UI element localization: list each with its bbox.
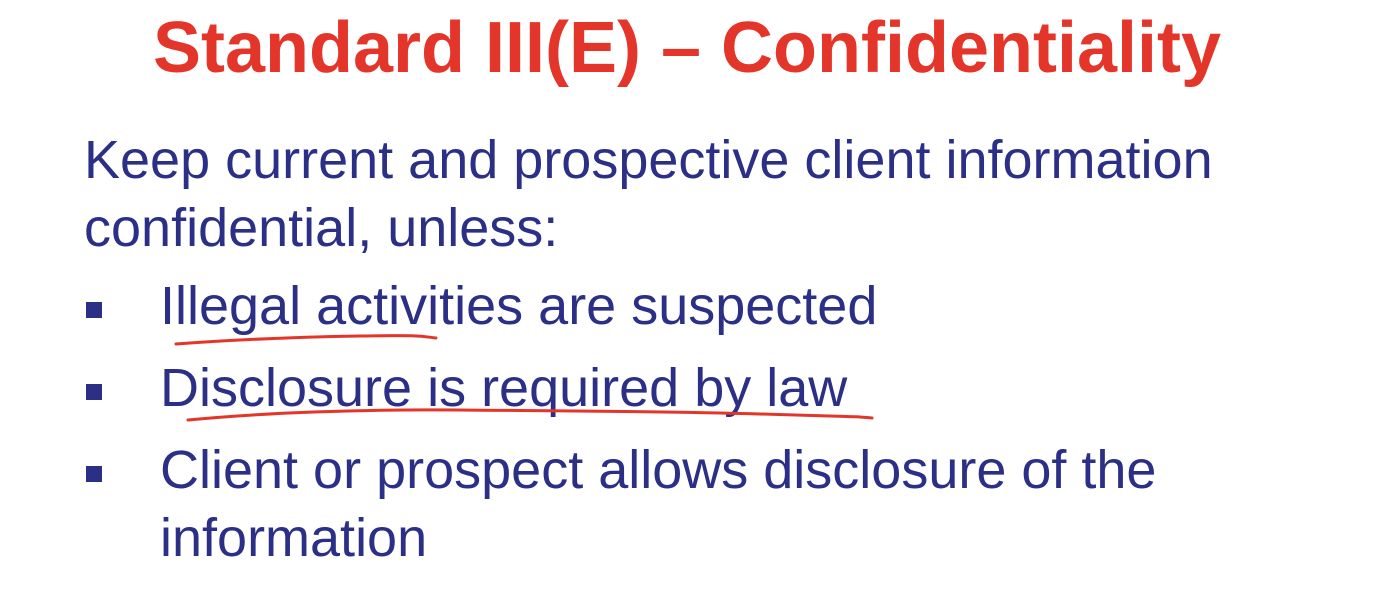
bullet-text: Disclosure is required by law [160,358,848,418]
bullet-item-required-by-law: Disclosure is required by law [84,354,1344,422]
bullet-text: Client or prospect allows disclosure of … [160,440,1157,568]
square-bullet-icon [86,466,102,482]
bullet-item-client-allows: Client or prospect allows disclosure of … [84,436,1344,572]
intro-text: Keep current and prospective client info… [84,130,1213,258]
slide-title: Standard III(E) – Confidentiality [152,8,1222,88]
square-bullet-icon [86,384,102,400]
square-bullet-icon [86,302,102,318]
bullet-text: Illegal activities are suspected [160,276,878,336]
slide: Standard III(E) – Confidentiality Keep c… [0,0,1374,606]
bullet-list: Illegal activities are suspected Disclos… [84,272,1344,586]
bullet-item-illegal-activities: Illegal activities are suspected [84,272,1344,340]
